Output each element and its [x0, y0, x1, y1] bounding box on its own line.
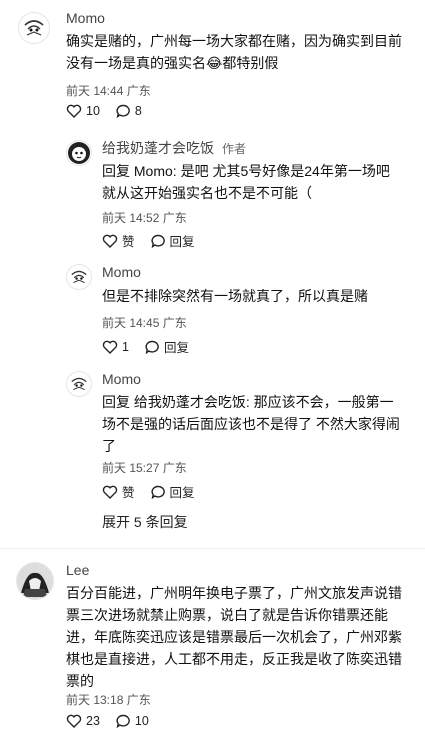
like-button[interactable]: 赞 — [102, 482, 135, 501]
comment-text-line: 百分百能进，广州明年换电子票了，广州文旅发声说错 — [66, 585, 402, 601]
comment-meta: 前天 13:18 广东 — [66, 693, 151, 707]
comment-top-level: Lee 百分百能进，广州明年换电子票了，广州文旅发声说错 票三次进场就禁止购票，… — [0, 552, 425, 736]
bird-sketch-icon — [71, 270, 87, 284]
comment-text: 确实是赌的，广州每一场大家都在赌，因为确实到目前 没有一场是真的强实名😂都特别假 — [66, 30, 416, 74]
author-badge: 作者 — [222, 142, 247, 156]
reply-meta: 前天 15:27 广东 — [102, 461, 187, 475]
heart-icon — [66, 104, 82, 118]
reply-actions: 赞 回复 — [102, 231, 211, 250]
comment-text-line: 进，年底陈奕迅应该是错票最后一次机会了，广州邓紫 — [66, 629, 402, 645]
reply-text-line: 回复 Momo: 是吧 尤其5号好像是24年第一场吧 — [102, 163, 390, 179]
reply-button[interactable]: 8 — [116, 104, 142, 118]
heart-icon — [102, 340, 118, 354]
comment-author[interactable]: Momo — [66, 10, 105, 26]
heart-icon — [66, 714, 82, 728]
comment-bubble-icon — [151, 485, 165, 499]
reply-author[interactable]: 给我奶蓬才会吃饭 作者 — [102, 138, 246, 158]
reply-meta: 前天 14:52 广东 — [102, 211, 187, 225]
comment-text-line: 没有一场是真的强实名😂都特别假 — [66, 55, 279, 71]
like-button[interactable]: 23 — [66, 714, 100, 728]
comment-text-line: 确实是赌的，广州每一场大家都在赌，因为确实到目前 — [66, 33, 402, 49]
reply-text-line: 就从这开始强实名也不是不可能（ — [102, 185, 312, 201]
like-label: 赞 — [122, 486, 135, 500]
reply-author[interactable]: Momo — [102, 264, 141, 280]
reply-actions: 1 回复 — [102, 337, 205, 356]
reply-text: 回复 Momo: 是吧 尤其5号好像是24年第一场吧 就从这开始强实名也不是不可… — [102, 160, 418, 204]
avatar[interactable] — [16, 562, 54, 600]
comment-bubble-icon — [116, 714, 130, 728]
comment-actions: 10 8 — [66, 104, 158, 118]
reply-label: 回复 — [169, 235, 195, 249]
reply-text-line: 但是不排除突然有一场就真了，所以真是赌 — [102, 288, 368, 304]
heart-icon — [102, 485, 118, 499]
like-label: 赞 — [122, 235, 135, 249]
reply-button[interactable]: 回复 — [145, 337, 189, 356]
avatar[interactable] — [18, 12, 50, 44]
comment-bubble-icon — [116, 104, 130, 118]
black-white-photo-icon — [17, 563, 53, 599]
like-button[interactable]: 1 — [102, 340, 129, 354]
divider — [0, 548, 425, 549]
reply-text: 回复 给我奶蓬才会吃饭: 那应该不会，一般第一 场不是强的话后面应该也不是得了 … — [102, 391, 418, 457]
comment-text-line: 票的 — [66, 673, 94, 689]
comment-reply: 给我奶蓬才会吃饭 作者 回复 Momo: 是吧 尤其5号好像是24年第一场吧 就从… — [0, 130, 425, 252]
avatar[interactable] — [66, 140, 92, 166]
reply-count: 8 — [134, 104, 142, 118]
reply-text-line: 了 — [102, 438, 116, 454]
bird-sketch-icon — [24, 20, 44, 36]
like-button[interactable]: 10 — [66, 104, 100, 118]
reply-author[interactable]: Momo — [102, 371, 141, 387]
reply-actions: 赞 回复 — [102, 482, 211, 501]
like-count: 23 — [86, 714, 100, 728]
comment-text-line: 棋也是直接进，人工都不用走，反正我是收了陈奕迅错 — [66, 651, 402, 667]
reply-button[interactable]: 回复 — [151, 231, 195, 250]
reply-count: 10 — [134, 714, 149, 728]
like-count: 1 — [122, 339, 129, 354]
reply-author-name: 给我奶蓬才会吃饭 — [102, 140, 214, 156]
like-button[interactable]: 赞 — [102, 231, 135, 250]
avatar[interactable] — [66, 264, 92, 290]
expand-replies-button[interactable]: 展开 5 条回复 — [102, 512, 188, 532]
bird-sketch-icon — [71, 377, 87, 391]
reply-label: 回复 — [163, 341, 189, 355]
comment-bubble-icon — [151, 234, 165, 248]
comment-reply: Momo 回复 给我奶蓬才会吃饭: 那应该不会，一般第一 场不是强的话后面应该也… — [0, 362, 425, 502]
heart-icon — [102, 234, 118, 248]
comment-meta: 前天 14:44 广东 — [66, 84, 151, 98]
reply-button[interactable]: 回复 — [151, 482, 195, 501]
anime-cat-icon — [68, 142, 90, 164]
reply-meta: 前天 14:45 广东 — [102, 316, 187, 330]
comment-bubble-icon — [145, 340, 159, 354]
comment-author[interactable]: Lee — [66, 562, 89, 578]
comment-actions: 23 10 — [66, 714, 165, 728]
reply-label: 回复 — [169, 486, 195, 500]
comment-text: 百分百能进，广州明年换电子票了，广州文旅发声说错 票三次进场就禁止购票，说白了就… — [66, 582, 418, 692]
reply-button[interactable]: 10 — [116, 714, 149, 728]
comment-top-level: Momo 确实是赌的，广州每一场大家都在赌，因为确实到目前 没有一场是真的强实名… — [0, 0, 425, 130]
reply-text: 但是不排除突然有一场就真了，所以真是赌 — [102, 285, 418, 307]
reply-text-line: 回复 给我奶蓬才会吃饭: 那应该不会，一般第一 — [102, 394, 394, 410]
comment-reply: Momo 但是不排除突然有一场就真了，所以真是赌 前天 14:45 广东 1 回… — [0, 255, 425, 361]
like-count: 10 — [86, 104, 100, 118]
avatar[interactable] — [66, 371, 92, 397]
comment-text-line: 票三次进场就禁止购票，说白了就是告诉你错票还能 — [66, 607, 388, 623]
reply-text-line: 场不是强的话后面应该也不是得了 不然大家得闹 — [102, 416, 400, 432]
